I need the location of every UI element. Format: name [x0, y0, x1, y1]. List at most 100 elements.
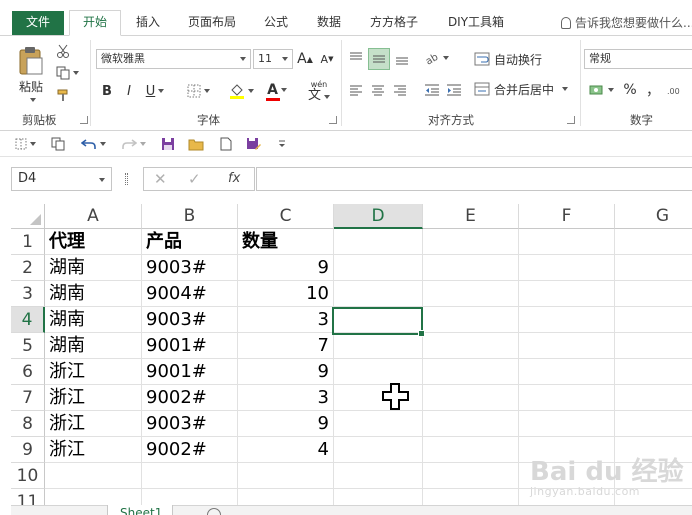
save-button[interactable] — [158, 135, 178, 153]
cut-button[interactable] — [54, 42, 72, 60]
font-launcher-icon[interactable] — [329, 116, 337, 124]
column-header-f[interactable]: F — [519, 204, 615, 229]
align-middle-button[interactable] — [368, 48, 390, 70]
row-header-1[interactable]: 1 — [11, 229, 45, 255]
cell-c6[interactable]: 9 — [238, 359, 334, 385]
cell-a6[interactable]: 浙江 — [45, 359, 142, 385]
cell-a2[interactable]: 湖南 — [45, 255, 142, 281]
align-left-button[interactable] — [346, 80, 366, 100]
accounting-format-button[interactable] — [586, 80, 616, 100]
increase-decimal-button[interactable]: .00 — [666, 80, 688, 100]
cell-c2[interactable]: 9 — [238, 255, 334, 281]
column-header-b[interactable]: B — [142, 204, 238, 229]
font-color-button[interactable]: A — [262, 81, 292, 101]
align-center-button[interactable] — [368, 80, 388, 100]
cell-b1[interactable]: 产品 — [142, 229, 238, 255]
row-header-2[interactable]: 2 — [11, 255, 45, 281]
cell-a3[interactable]: 湖南 — [45, 281, 142, 307]
cell-a1[interactable]: 代理 — [45, 229, 142, 255]
cell-b8[interactable]: 9003# — [142, 411, 238, 437]
borders-qat-button[interactable] — [10, 135, 40, 153]
tell-me-search[interactable]: 告诉我您想要做什么... — [561, 14, 692, 31]
cell-b6[interactable]: 9001# — [142, 359, 238, 385]
decrease-font-button[interactable]: A ▼ — [318, 49, 336, 69]
row-header-8[interactable]: 8 — [11, 411, 45, 437]
formula-bar-handle-icon[interactable] — [125, 173, 128, 185]
active-cell-d4[interactable] — [332, 307, 425, 337]
format-painter-button[interactable] — [54, 86, 72, 104]
column-header-e[interactable]: E — [423, 204, 519, 229]
align-bottom-button[interactable] — [392, 48, 412, 70]
column-header-c[interactable]: C — [238, 204, 334, 229]
clipboard-launcher-icon[interactable] — [80, 116, 88, 124]
cell-b5[interactable]: 9001# — [142, 333, 238, 359]
row-header-9[interactable]: 9 — [11, 437, 45, 463]
row-header-10[interactable]: 10 — [11, 463, 45, 489]
tab-fangfang[interactable]: 方方格子 — [360, 11, 428, 35]
fill-color-button[interactable] — [226, 81, 256, 101]
orientation-button[interactable]: ab — [422, 48, 450, 68]
cell-c9[interactable]: 4 — [238, 437, 334, 463]
alignment-launcher-icon[interactable] — [567, 116, 575, 124]
insert-function-button[interactable]: fx — [228, 171, 240, 186]
new-button[interactable] — [216, 135, 236, 153]
undo-button[interactable] — [78, 135, 108, 153]
copy-button[interactable] — [54, 64, 80, 82]
cell-c4[interactable]: 3 — [238, 307, 334, 333]
cell-c3[interactable]: 10 — [238, 281, 334, 307]
increase-indent-button[interactable] — [444, 80, 464, 100]
select-all-button[interactable] — [11, 204, 45, 229]
decrease-indent-button[interactable] — [422, 80, 442, 100]
tab-data[interactable]: 数据 — [307, 11, 351, 35]
align-right-button[interactable] — [390, 80, 410, 100]
row-header-3[interactable]: 3 — [11, 281, 45, 307]
italic-button[interactable]: I — [120, 81, 138, 101]
cell-b7[interactable]: 9002# — [142, 385, 238, 411]
customize-qat-button[interactable] — [274, 135, 290, 153]
tab-formulas[interactable]: 公式 — [254, 11, 298, 35]
name-box[interactable]: D4 — [11, 167, 112, 191]
cell-c5[interactable]: 7 — [238, 333, 334, 359]
paste-button[interactable]: 粘贴 — [14, 42, 48, 106]
phonetic-button[interactable]: wén 文 — [302, 78, 336, 104]
tab-file[interactable]: 文件 — [12, 11, 64, 35]
cell-a9[interactable]: 浙江 — [45, 437, 142, 463]
cell-a7[interactable]: 浙江 — [45, 385, 142, 411]
enter-icon[interactable]: ✓ — [188, 170, 201, 188]
add-sheet-icon[interactable] — [207, 508, 221, 515]
borders-button[interactable] — [184, 81, 212, 101]
merge-center-button[interactable]: 合并后居中 — [474, 78, 574, 100]
cell-a8[interactable]: 浙江 — [45, 411, 142, 437]
cell-b9[interactable]: 9002# — [142, 437, 238, 463]
cell-a5[interactable]: 湖南 — [45, 333, 142, 359]
row-header-7[interactable]: 7 — [11, 385, 45, 411]
font-size-select[interactable]: 11 — [253, 49, 293, 69]
tab-home[interactable]: 开始 — [69, 10, 121, 36]
cell-b3[interactable]: 9004# — [142, 281, 238, 307]
number-format-select[interactable]: 常规 — [584, 49, 692, 69]
open-button[interactable] — [186, 135, 206, 153]
cell-b4[interactable]: 9003# — [142, 307, 238, 333]
increase-font-button[interactable]: A ▲ — [296, 49, 314, 69]
cell-c8[interactable]: 9 — [238, 411, 334, 437]
cell-c7[interactable]: 3 — [238, 385, 334, 411]
percent-button[interactable]: % — [620, 80, 640, 100]
cell-b2[interactable]: 9003# — [142, 255, 238, 281]
cell-a4[interactable]: 湖南 — [45, 307, 142, 333]
bold-button[interactable]: B — [98, 81, 116, 101]
formula-input[interactable] — [256, 167, 692, 191]
font-name-select[interactable]: 微软雅黑 — [96, 49, 251, 69]
save-as-button[interactable] — [244, 135, 264, 153]
row-header-5[interactable]: 5 — [11, 333, 45, 359]
sheet-tab-sheet1[interactable]: Sheet1 — [107, 505, 173, 515]
underline-button[interactable]: U — [142, 81, 168, 101]
comma-style-button[interactable]: ， — [644, 80, 662, 100]
row-header-6[interactable]: 6 — [11, 359, 45, 385]
wrap-text-button[interactable]: 自动换行 — [474, 48, 550, 70]
row-header-4[interactable]: 4 — [11, 307, 45, 333]
tab-insert[interactable]: 插入 — [126, 11, 170, 35]
cell-c1[interactable]: 数量 — [238, 229, 334, 255]
tab-diy[interactable]: DIY工具箱 — [437, 11, 515, 35]
column-header-a[interactable]: A — [45, 204, 142, 229]
tab-page-layout[interactable]: 页面布局 — [179, 11, 245, 35]
